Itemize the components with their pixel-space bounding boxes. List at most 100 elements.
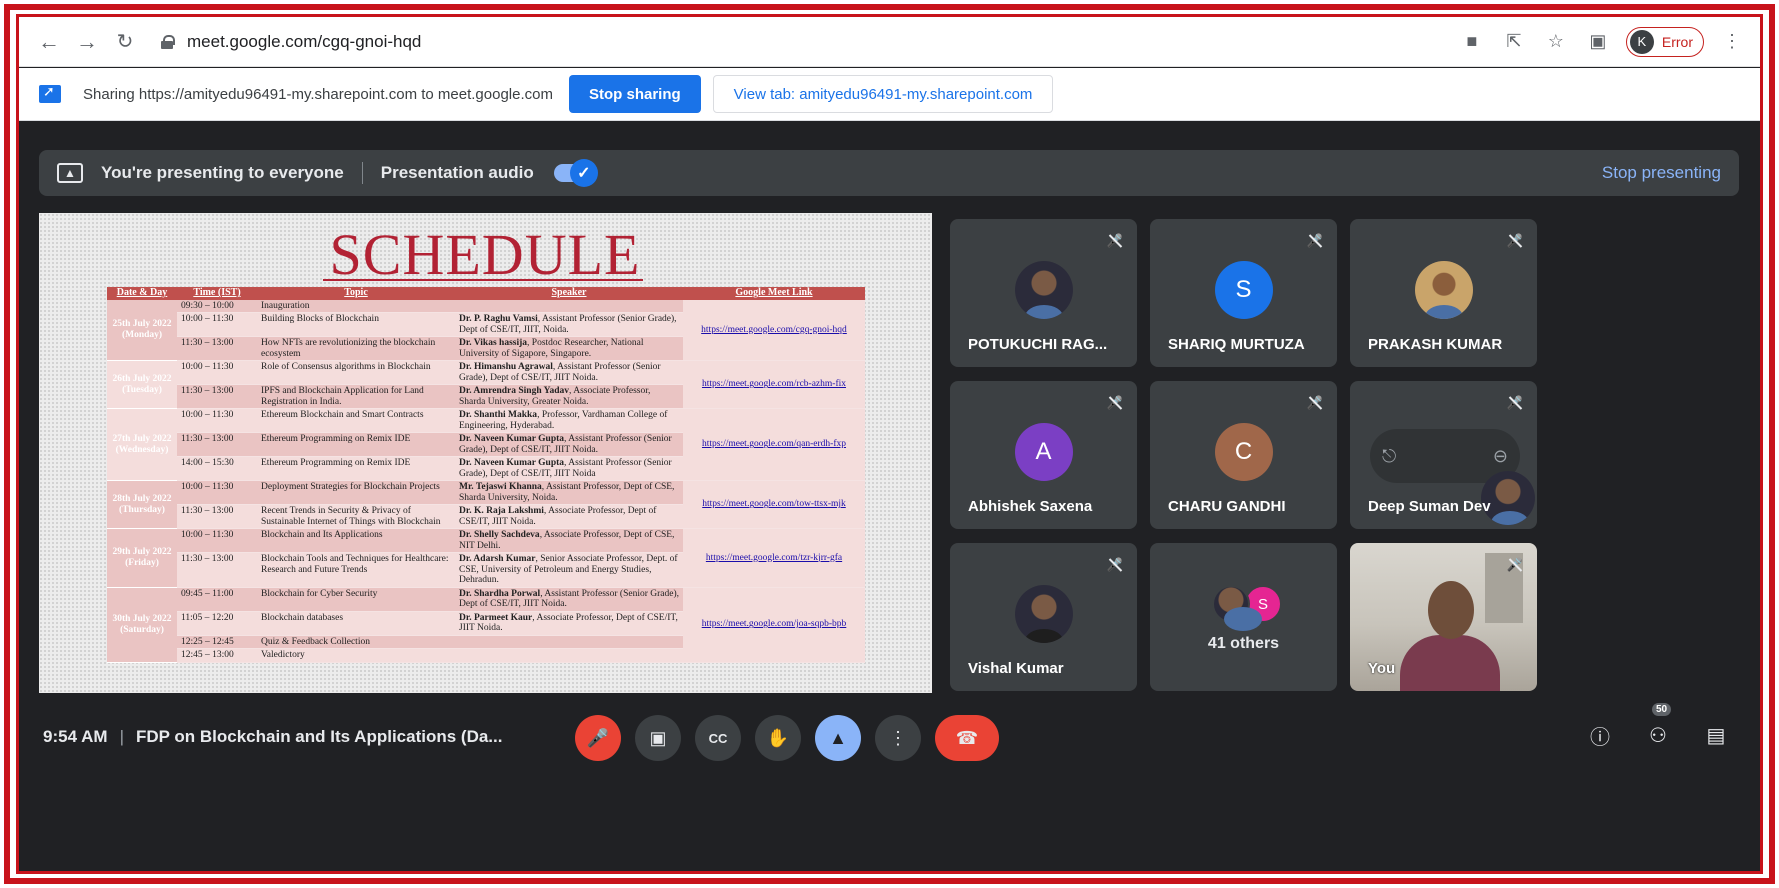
pin-icon[interactable]: ⎋ bbox=[1382, 446, 1396, 467]
kebab-menu-icon[interactable]: ⋮ bbox=[1718, 28, 1746, 56]
participant-name: Deep Suman Dev bbox=[1368, 498, 1491, 515]
time-cell: 10:00 – 11:30 bbox=[177, 528, 257, 553]
avatar bbox=[1014, 585, 1073, 643]
person-body bbox=[1400, 635, 1500, 691]
pin-controls[interactable]: ⎋ ⊖ bbox=[1370, 429, 1535, 525]
speaker-cell: Dr. K. Raja Lakshmi, Associate Professor… bbox=[455, 504, 683, 529]
browser-toolbar: ← → ↻ meet.google.com/cgq-gnoi-hqd ■ ⇱ ☆… bbox=[19, 17, 1760, 67]
speaker-cell: Dr. Parmeet Kaur, Associate Professor, D… bbox=[455, 611, 683, 636]
presentation-audio-toggle[interactable]: ✓ bbox=[553, 159, 598, 187]
meeting-title: FDP on Blockchain and Its Applications (… bbox=[135, 727, 503, 746]
table-row: 29th July 2022 (Friday) 10:00 – 11:30 Block… bbox=[107, 528, 865, 588]
chat-icon[interactable]: ▤ bbox=[1702, 721, 1730, 749]
speaker-cell bbox=[455, 635, 683, 649]
check-icon: ✓ bbox=[569, 159, 598, 187]
address-bar[interactable]: meet.google.com/cgq-gnoi-hqd bbox=[153, 24, 1458, 60]
captions-icon[interactable]: CC bbox=[695, 715, 741, 761]
avatar: S bbox=[1214, 261, 1273, 319]
table-row: 25th July 2022 (Monday) 09:30 – 10:00 Inaug… bbox=[107, 299, 865, 361]
table-row: 27th July 2022 (Wednesday) 10:00 – 11:30 Et… bbox=[107, 408, 865, 481]
participant-name: PRAKASH KUMAR bbox=[1368, 336, 1503, 353]
meet-link[interactable]: https://meet.google.com/tzr-kjrr-gfa bbox=[683, 528, 865, 588]
speaker-cell bbox=[455, 648, 683, 663]
hangup-icon[interactable]: ☎ bbox=[935, 715, 999, 761]
speaker-cell: Dr. Amrendra Singh Yadav, Associate Prof… bbox=[455, 384, 683, 409]
back-arrow-icon[interactable]: ← bbox=[33, 26, 65, 58]
shared-screen: SCHEDULE Date & Day Time (IST) Topic Spe… bbox=[39, 213, 932, 693]
speaker-cell: Dr. P. Raghu Vamsi, Assistant Professor … bbox=[455, 312, 683, 337]
person-head bbox=[1428, 581, 1474, 639]
sharing-text: Sharing https://amityedu96491-my.sharepo… bbox=[83, 85, 553, 103]
participant-tile[interactable]: S 🎤 SHARIQ MURTUZA bbox=[1150, 219, 1337, 367]
meet-link[interactable]: https://meet.google.com/qan-erdh-fxp bbox=[683, 408, 865, 481]
participant-tile[interactable]: 🎤 PRAKASH KUMAR bbox=[1350, 219, 1537, 367]
reload-icon[interactable]: ↻ bbox=[109, 26, 141, 58]
speaker-name: Dr. Vikas hassija bbox=[459, 338, 528, 348]
speaker-name: Dr. Naveen Kumar Gupta bbox=[459, 458, 565, 468]
camera-indicator-icon[interactable]: ■ bbox=[1458, 28, 1486, 56]
table-row: 28th July 2022 (Thursday) 10:00 – 11:30 Dep… bbox=[107, 480, 865, 529]
forward-arrow-icon[interactable]: → bbox=[71, 26, 103, 58]
speaker-cell: Dr. Naveen Kumar Gupta, Assistant Profes… bbox=[455, 456, 683, 481]
meet-link[interactable]: https://meet.google.com/cgq-gnoi-hqd bbox=[683, 299, 865, 361]
topic-cell: Quiz & Feedback Collection bbox=[257, 635, 455, 649]
day-cell: 27th July 2022 (Wednesday) bbox=[107, 408, 177, 481]
time-cell: 11:30 – 13:00 bbox=[177, 504, 257, 529]
participant-tile[interactable]: 🎤 Vishal Kumar bbox=[950, 543, 1137, 691]
camera-icon[interactable]: ▣ bbox=[635, 715, 681, 761]
avatar bbox=[1414, 261, 1473, 319]
participant-tile[interactable]: C 🎤 CHARU GANDHI bbox=[1150, 381, 1337, 529]
more-icon[interactable]: ⋮ bbox=[875, 715, 921, 761]
profile-status-label: Error bbox=[1661, 33, 1693, 50]
time-cell: 11:30 – 13:00 bbox=[177, 552, 257, 588]
meet-link[interactable]: https://meet.google.com/joa-sqpb-bpb bbox=[683, 587, 865, 663]
stop-sharing-button[interactable]: Stop sharing bbox=[568, 75, 701, 113]
day-cell: 30th July 2022 (Saturday) bbox=[107, 587, 177, 663]
topic-cell: Blockchain Tools and Techniques for Heal… bbox=[257, 552, 455, 588]
side-panel-icon[interactable]: ▣ bbox=[1584, 28, 1612, 56]
weekday-text: (Tuesday) bbox=[122, 384, 162, 395]
time-cell: 12:45 – 13:00 bbox=[177, 648, 257, 663]
stop-presenting-button[interactable]: Stop presenting bbox=[1602, 163, 1721, 183]
hand-icon[interactable]: ✋ bbox=[755, 715, 801, 761]
participant-tile[interactable]: S 41 others bbox=[1150, 543, 1337, 691]
avatar: C bbox=[1214, 423, 1273, 481]
weekday-text: (Monday) bbox=[121, 329, 163, 340]
speaker-name: Dr. Shelly Sachdeva bbox=[459, 530, 540, 540]
participant-name: POTUKUCHI RAG... bbox=[968, 336, 1108, 353]
view-tab-button[interactable]: View tab: amityedu96491-my.sharepoint.co… bbox=[712, 75, 1054, 113]
column-header: Topic bbox=[257, 287, 455, 300]
table-row: 30th July 2022 (Saturday) 09:45 – 11:00 Blo… bbox=[107, 587, 865, 663]
mic-muted-icon: 🎤 bbox=[1105, 393, 1125, 413]
weekday-text: (Thursday) bbox=[119, 504, 165, 515]
topic-cell: Ethereum Programming on Remix IDE bbox=[257, 432, 455, 457]
meet-link[interactable]: https://meet.google.com/tow-ttsx-mjk bbox=[683, 480, 865, 529]
speaker-name: Dr. Amrendra Singh Yadav bbox=[459, 386, 569, 396]
mic-muted-icon: 🎤 bbox=[1505, 231, 1525, 251]
bookmark-star-icon[interactable]: ☆ bbox=[1542, 28, 1570, 56]
mic-muted-icon: 🎤 bbox=[1305, 393, 1325, 413]
profile-error-button[interactable]: K Error bbox=[1625, 26, 1704, 57]
participant-tile[interactable]: A 🎤 Abhishek Saxena bbox=[950, 381, 1137, 529]
info-icon[interactable]: ⓘ bbox=[1586, 721, 1614, 749]
schedule-table: Date & Day Time (IST) Topic Speaker Goog… bbox=[107, 287, 865, 663]
participant-tile[interactable]: 🎤 You bbox=[1350, 543, 1537, 691]
meet-link[interactable]: https://meet.google.com/rcb-azhm-fix bbox=[683, 360, 865, 409]
present-to-all-icon: ▲ bbox=[57, 163, 83, 183]
participant-tile[interactable]: 🎤 POTUKUCHI RAG... bbox=[950, 219, 1137, 367]
date-text: 30th July 2022 bbox=[112, 614, 172, 624]
time-cell: 14:00 – 15:30 bbox=[177, 456, 257, 481]
topic-cell: Building Blocks of Blockchain bbox=[257, 312, 455, 337]
time-cell: 11:30 – 13:00 bbox=[177, 432, 257, 457]
share-icon[interactable]: ⇱ bbox=[1500, 28, 1528, 56]
date-text: 27th July 2022 bbox=[112, 434, 172, 444]
time-cell: 09:30 – 10:00 bbox=[177, 299, 257, 313]
day-cell: 29th July 2022 (Friday) bbox=[107, 528, 177, 588]
mic-off-icon[interactable]: 🎤 bbox=[575, 715, 621, 761]
present-icon[interactable]: ▲ bbox=[815, 715, 861, 761]
participant-name: Abhishek Saxena bbox=[968, 498, 1093, 515]
participant-tile[interactable]: ⎋ ⊖ 🎤 Deep Suman Dev bbox=[1350, 381, 1537, 529]
remove-icon[interactable]: ⊖ bbox=[1493, 446, 1508, 467]
people-icon[interactable]: ⚇ 50 bbox=[1644, 703, 1672, 749]
date-text: 29th July 2022 bbox=[112, 547, 172, 558]
